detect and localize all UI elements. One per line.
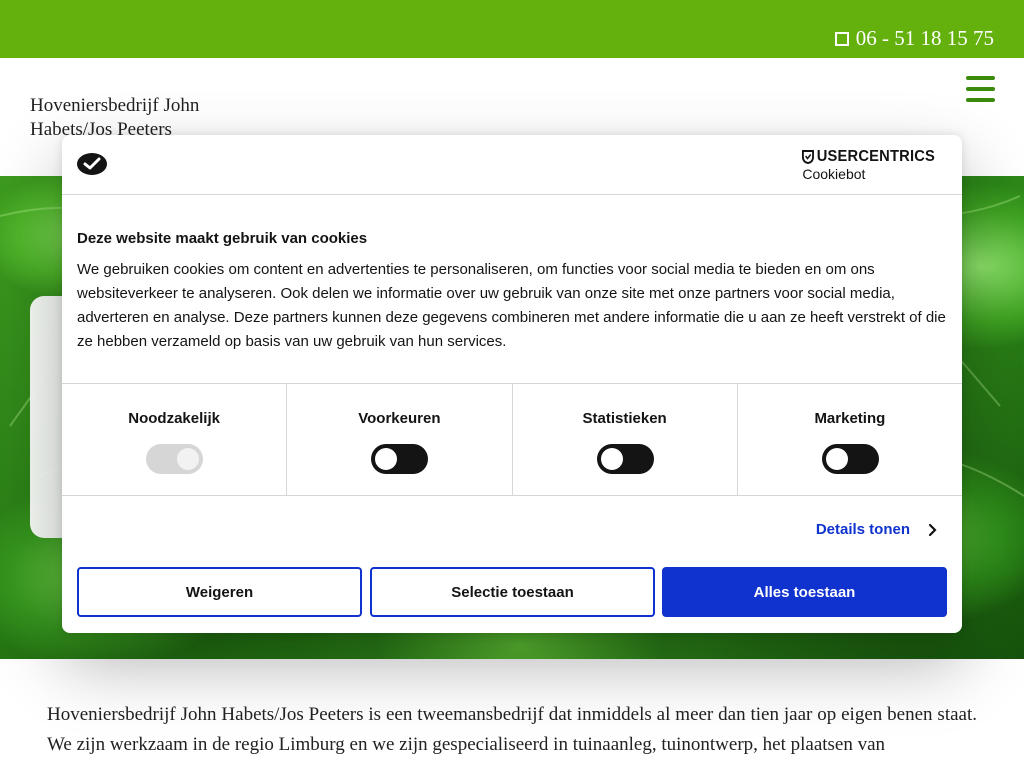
allow-all-button[interactable]: Alles toestaan: [662, 567, 947, 617]
toggle-knob: [375, 448, 398, 470]
category-preferences: Voorkeuren: [287, 384, 513, 495]
shield-icon: [802, 150, 815, 164]
dialog-title: Deze website maakt gebruik van cookies: [77, 230, 368, 247]
details-toggle-link[interactable]: Details tonen: [816, 521, 938, 538]
category-label: Marketing: [814, 410, 886, 427]
toggle-knob: [177, 448, 200, 470]
toggle-marketing[interactable]: [821, 444, 879, 474]
allow-selection-button[interactable]: Selectie toestaan: [370, 567, 655, 617]
chevron-right-icon: [928, 523, 937, 536]
cookie-consent-dialog: USERCENTRICS Cookiebot Deze website maak…: [62, 135, 962, 633]
category-statistics: Statistieken: [513, 384, 738, 495]
brand-name: USERCENTRICS: [817, 148, 936, 165]
usercentrics-brand[interactable]: USERCENTRICS Cookiebot: [802, 148, 947, 182]
category-necessary: Noodzakelijk: [62, 384, 288, 495]
brand-name-row: USERCENTRICS: [802, 148, 935, 166]
dialog-body: We gebruiken cookies om content en adver…: [77, 261, 946, 350]
dialog-header: USERCENTRICS Cookiebot: [62, 135, 962, 195]
toggle-preferences[interactable]: [371, 444, 429, 474]
toggle-necessary: [146, 444, 204, 474]
category-label: Statistieken: [582, 410, 667, 427]
toggle-statistics[interactable]: [596, 444, 654, 474]
toggle-knob: [600, 448, 623, 470]
cookie-icon: [77, 153, 107, 175]
category-marketing: Marketing: [738, 384, 962, 495]
toggle-knob: [825, 448, 848, 470]
brand-sub: Cookiebot: [802, 166, 866, 182]
category-label: Voorkeuren: [358, 410, 441, 427]
consent-categories: Noodzakelijk Voorkeuren Statistieken Mar…: [62, 383, 962, 496]
details-label: Details tonen: [815, 521, 910, 538]
reject-button[interactable]: Weigeren: [77, 567, 362, 617]
category-label: Noodzakelijk: [128, 410, 220, 427]
